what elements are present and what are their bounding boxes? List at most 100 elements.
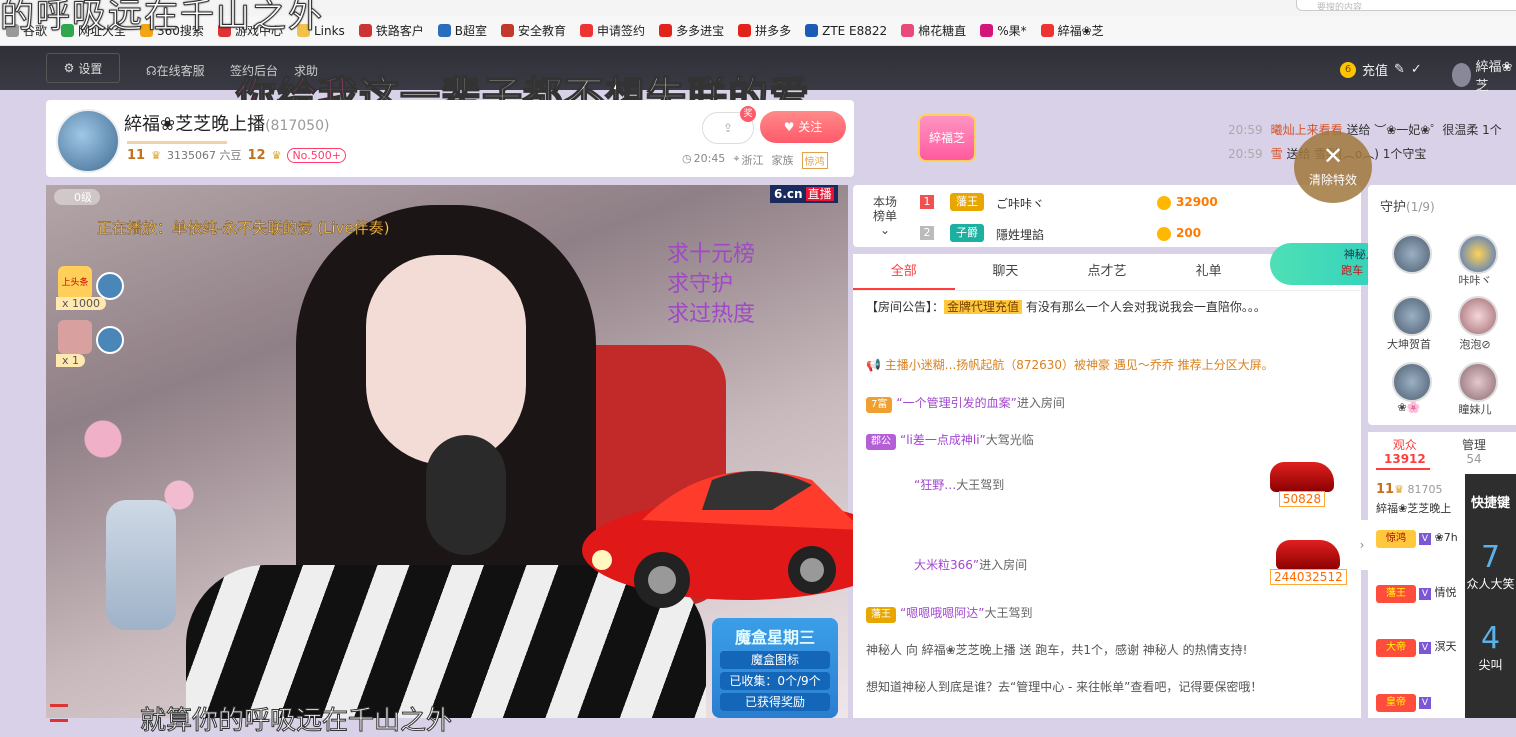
safety-icon (501, 24, 515, 37)
host-stats: 11 ♛ 3135067 六豆 12 ♛ No.500+ (127, 147, 346, 163)
guard-avatar[interactable] (1392, 296, 1432, 336)
magic-box-panel[interactable]: 魔盒星期三 魔盒图标 已收集：0个/9个 已获得奖励 (712, 618, 838, 718)
guard-name: 瞳妹儿 (1458, 403, 1492, 416)
rank-user-name[interactable]: ご咔咔ヾ (996, 195, 1044, 212)
bookmark-item[interactable]: 多多进宝 (659, 22, 724, 39)
bookmark-item[interactable]: 申请签约 (580, 22, 645, 39)
share-icon: ⇪ (722, 121, 734, 135)
bookmark-item[interactable]: B超室 (437, 22, 487, 39)
car-entry-badge: 50828 (1270, 462, 1334, 507)
avatar (1452, 63, 1472, 87)
shop-icon (738, 24, 752, 37)
rank-number: 2 (920, 226, 934, 240)
share-reward-badge: 奖 (740, 106, 756, 122)
vip-icon: V (1419, 533, 1431, 545)
shortcut-key[interactable]: 7 (1465, 541, 1516, 575)
guard-avatar[interactable] (1458, 362, 1498, 402)
host-name: 綷福❀芝芝晚上播(817050) (124, 114, 330, 135)
shop-icon (659, 24, 673, 37)
gift-pair-icon[interactable] (58, 320, 92, 354)
chat-line: 藩王 “嗯嗯哦嗯阿达”大王驾到 (866, 604, 1032, 623)
guard-name: 咔咔ヾ (1458, 274, 1492, 287)
chat-line: 7富 “一个管理引发的血案”进入房间 (866, 394, 1065, 413)
collapse-panel-button[interactable]: › (1356, 520, 1368, 570)
rank-score: 200 (1176, 226, 1202, 240)
shortcut-panel: 快捷键 7 众人大笑 4 尖叫 (1465, 474, 1516, 718)
rank-number: 1 (920, 195, 934, 209)
tab-talent[interactable]: 点才艺 (1056, 254, 1158, 290)
recharge-agent-link[interactable]: 金牌代理充值 (944, 300, 1023, 314)
rank-noble-badge: 藩王 (950, 193, 984, 211)
megaphone-icon: 📢 (866, 358, 881, 372)
bookmark-item[interactable]: 棉花糖直 (901, 22, 966, 39)
play-icon (980, 24, 994, 37)
check-circle-icon[interactable]: ✓ (1411, 62, 1422, 77)
headline-icon[interactable]: 上头条 (58, 266, 92, 300)
crown-icon: ♛ (271, 148, 282, 162)
chat-line: 郡公 “li差一点成神li”大驾光临 (866, 431, 1034, 450)
guard-avatar[interactable] (1392, 234, 1432, 274)
guard-avatar[interactable] (1392, 362, 1432, 402)
user-menu[interactable]: 綷福❀芝 (1452, 56, 1516, 94)
audience-row[interactable]: 皇帝 V (1376, 694, 1431, 712)
site-logo: 6.cn 直播 (770, 185, 838, 203)
audience-row[interactable]: 藩王 V 情悦 (1376, 584, 1457, 603)
shortcut-key[interactable]: 4 (1465, 622, 1516, 656)
guard-name: ❀🌸 (1397, 401, 1421, 414)
bookmark-item[interactable]: ZTE E8822 (805, 24, 887, 38)
fan-club-badge[interactable]: 綷福芝 (920, 116, 974, 160)
ticker-item: 20:59 曦灿上来看看 送给 ︶❀一妃❀゜很温柔 1个 (1228, 123, 1502, 137)
chevron-right-icon: › (1359, 538, 1365, 552)
crown-icon: ♛ (151, 148, 161, 162)
settings-button[interactable]: ⚙ 设置 (46, 53, 120, 83)
follow-button[interactable]: ♥ 关注 (760, 111, 846, 143)
bookmark-item[interactable]: %果* (980, 22, 1027, 39)
location-icon: ⌖ (733, 152, 740, 165)
guard-name: 大坤贺首 (1387, 338, 1431, 351)
host-rank-badge[interactable]: No.500+ (287, 147, 346, 163)
location-icon (580, 24, 594, 37)
six-icon (1040, 24, 1054, 37)
host-avatar[interactable] (56, 109, 120, 173)
avatar[interactable] (96, 272, 124, 300)
tab-gifts[interactable]: 礼单 (1158, 254, 1260, 290)
car-entry-badge: 244032512 (1270, 540, 1347, 585)
family-tag[interactable]: 惊鸿 (801, 152, 828, 169)
railway-icon (358, 24, 372, 37)
bookmark-item[interactable]: 拼多多 (738, 22, 791, 39)
tab-audience[interactable]: 观众 13912 (1384, 438, 1426, 466)
rank-label[interactable]: 本场榜单 ⌄ (872, 195, 898, 237)
audience-row[interactable]: 惊鸿 V ❀7h (1376, 530, 1458, 548)
audience-row[interactable]: 大帝 V 溟天 (1376, 638, 1457, 657)
guard-avatar[interactable] (1458, 234, 1498, 274)
host-level-badge: 11 (127, 147, 146, 163)
gear-icon: ⚙ (63, 61, 75, 75)
guard-avatar[interactable] (1458, 296, 1498, 336)
avatar[interactable] (96, 326, 124, 354)
vip-icon: V (1419, 697, 1431, 709)
browser-search-input[interactable]: 要搜的内容 (1296, 0, 1516, 11)
menu-icon[interactable] (50, 704, 68, 722)
chat-line: “狂野…大王驾到 (914, 478, 1005, 492)
car-icon (1276, 540, 1341, 570)
edit-icon[interactable]: ✎ (1394, 62, 1405, 77)
bookmark-item[interactable]: 铁路客户 (358, 22, 424, 39)
audience-host-name: 綷福❀芝芝晚上 (1376, 502, 1452, 515)
host-beans: 3135067 六豆 (166, 149, 242, 162)
system-message: 想知道神秘人到底是谁？去“管理中心 - 来往帐单”查看吧，记得要保密哦！ (866, 680, 1263, 694)
tab-all[interactable]: 全部 (853, 254, 955, 290)
tab-chat[interactable]: 聊天 (955, 254, 1057, 290)
rank-user-name[interactable]: 隱姓埋諂 (996, 226, 1044, 243)
tab-admins[interactable]: 管理 54 (1462, 438, 1486, 466)
bookmark-item[interactable]: 綷福❀芝 (1040, 22, 1104, 39)
bookmark-item[interactable]: 安全教育 (501, 22, 566, 39)
customer-service-link[interactable]: ☊在线客服 (146, 62, 205, 79)
audience-host-row[interactable]: 11♛ 81705 (1376, 482, 1442, 497)
close-icon: ✕ (1322, 142, 1344, 170)
headline-count: x 1000 (56, 297, 107, 310)
recharge-button[interactable]: 6 充值 ✎ ✓ (1340, 60, 1422, 79)
streamer-requests: 求十元榜 求守护 求过热度 (667, 242, 756, 327)
promo-message: 📢 主播小迷糊...扬帆起航（872630）被神豪 遇见～乔乔 推荐上分区大屏。 (866, 358, 1274, 372)
clear-effects-button[interactable]: ✕ 清除特效 (1294, 131, 1372, 203)
coin-icon (1157, 196, 1171, 210)
